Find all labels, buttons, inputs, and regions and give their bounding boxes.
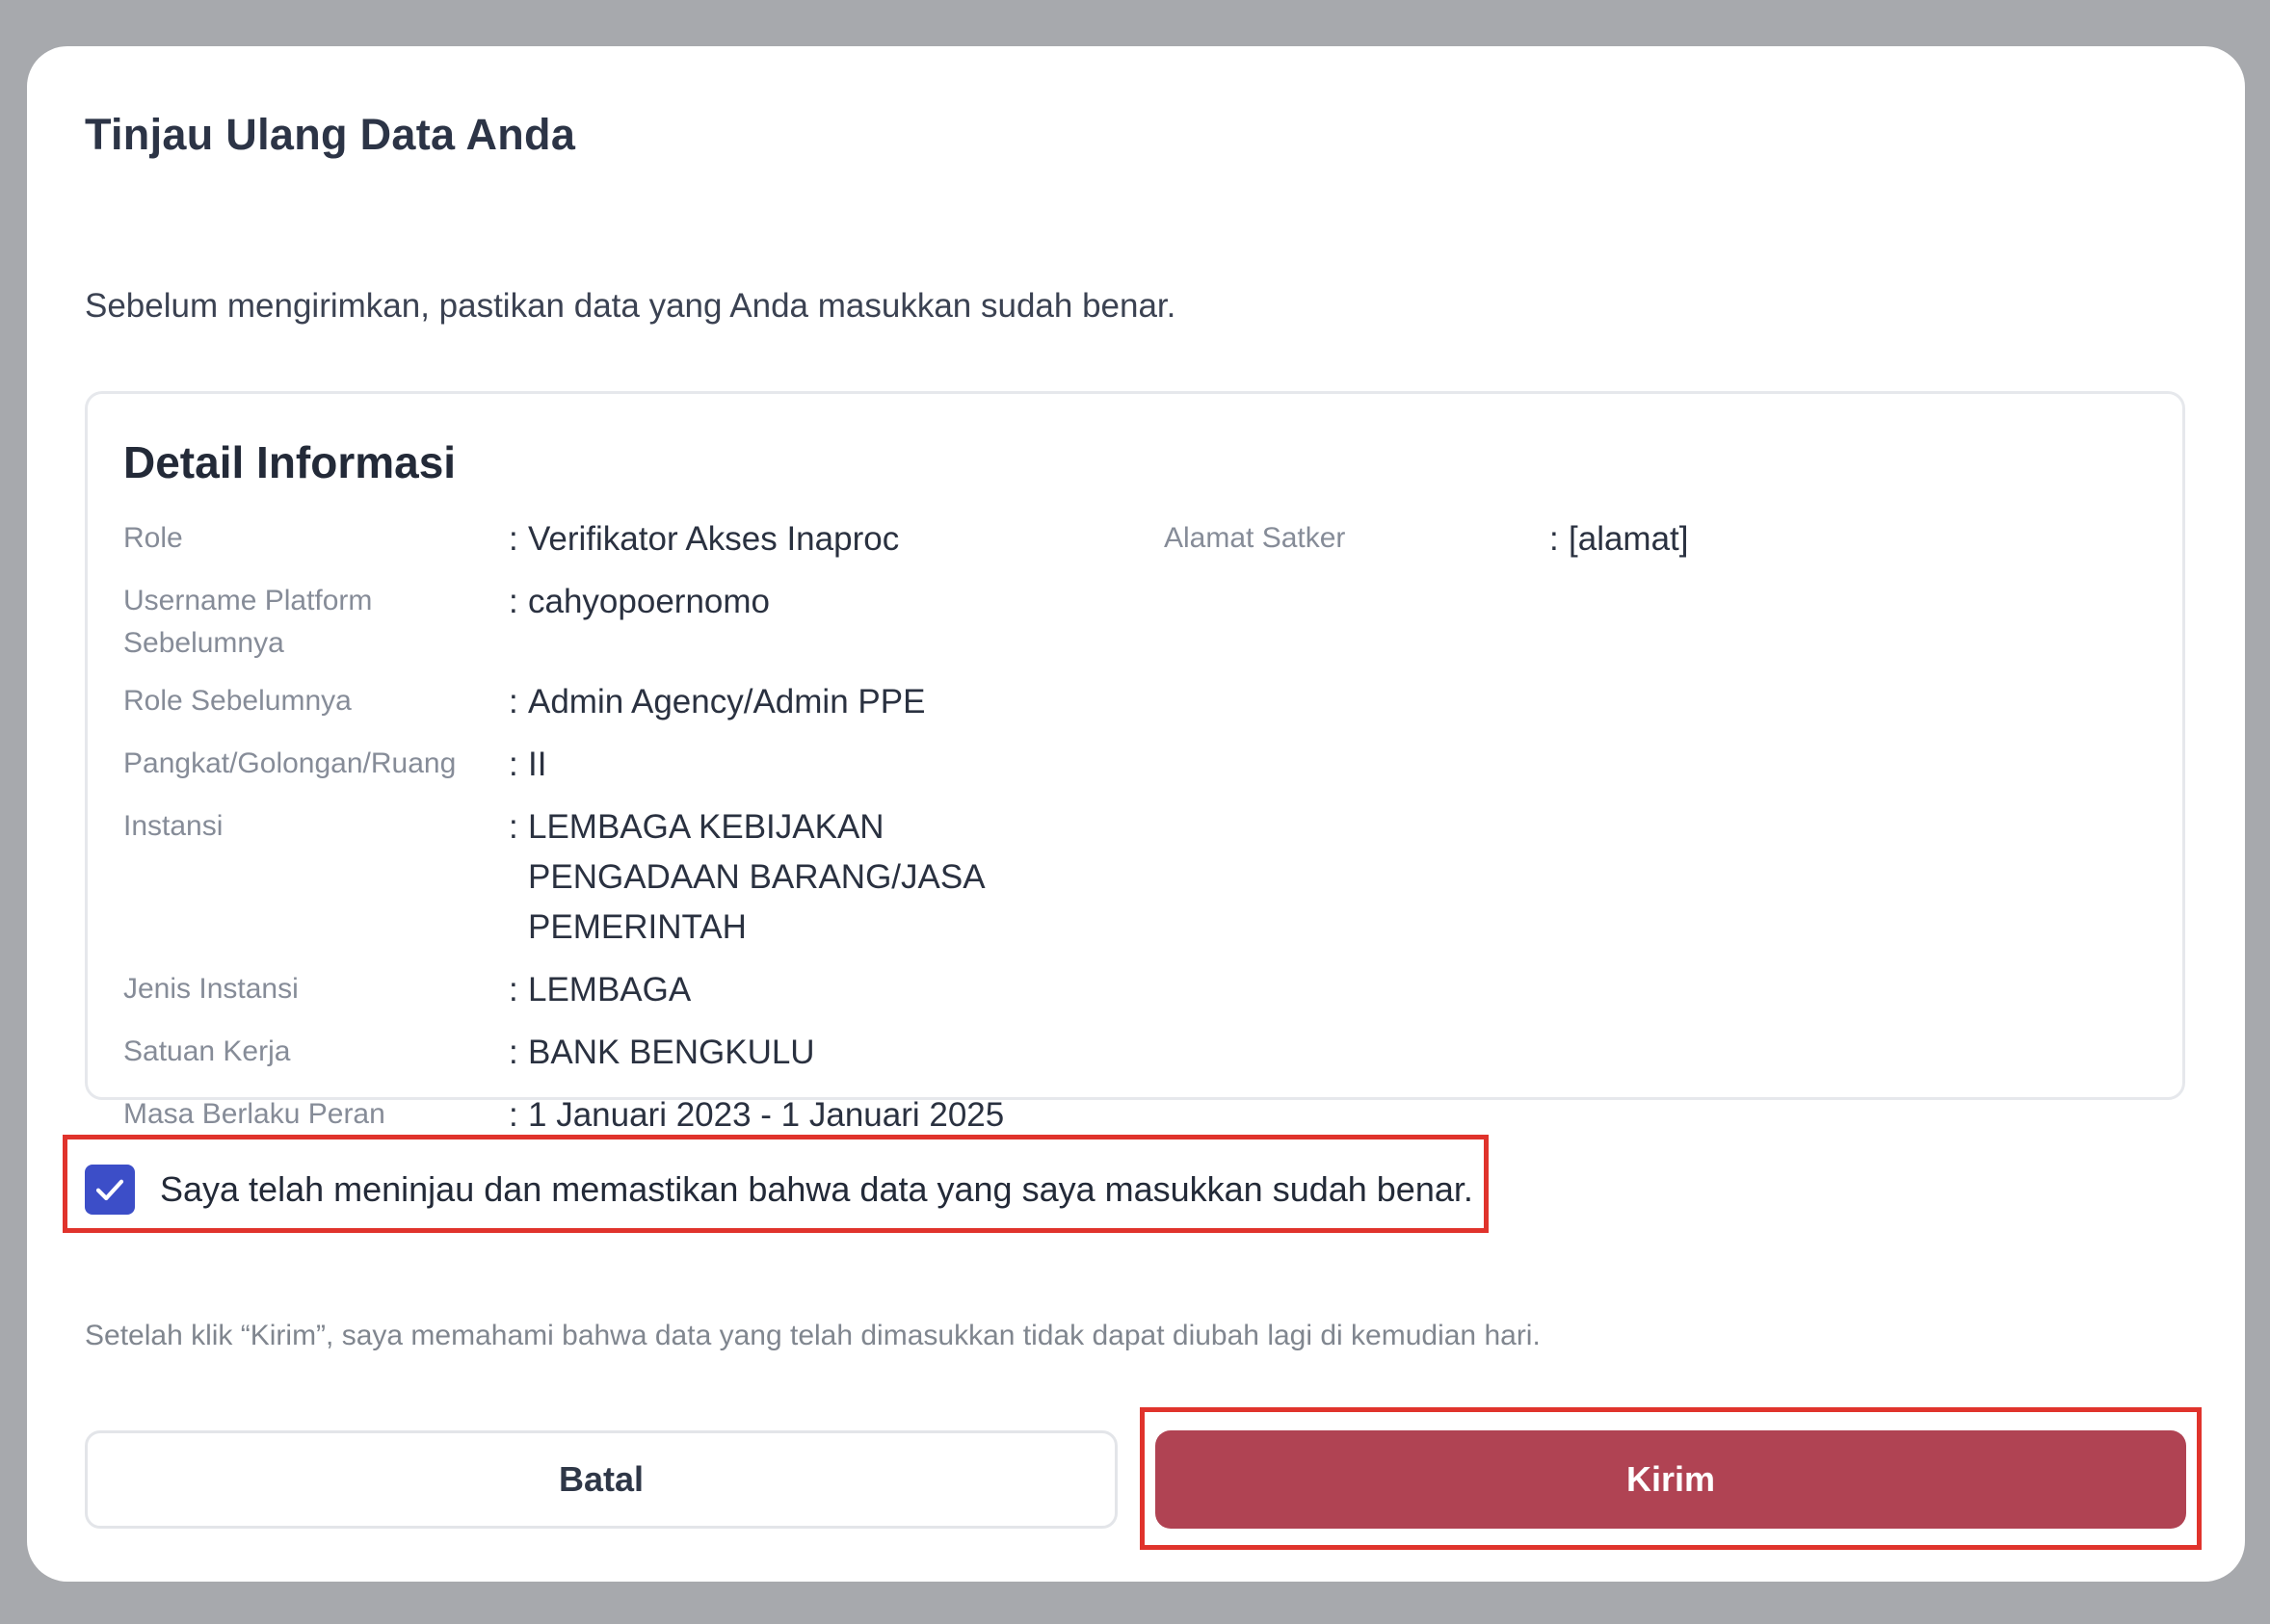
confirm-checkbox-row[interactable]: Saya telah meninjau dan memastikan bahwa…	[85, 1165, 1473, 1215]
separator-colon: :	[509, 583, 518, 620]
detail-value-wrap: : II	[509, 740, 1068, 790]
cancel-button[interactable]: Batal	[85, 1430, 1118, 1529]
modal-subtitle: Sebelum mengirimkan, pastikan data yang …	[85, 287, 1176, 325]
separator-colon: :	[1549, 520, 1559, 558]
separator-colon: :	[509, 971, 518, 1008]
separator-colon: :	[509, 683, 518, 720]
submit-button[interactable]: Kirim	[1155, 1430, 2186, 1529]
detail-value: cahyopoernomo	[528, 583, 770, 620]
detail-value: Admin Agency/Admin PPE	[528, 683, 926, 720]
detail-value: BANK BENGKULU	[528, 1034, 815, 1071]
detail-value: Verifikator Akses Inaproc	[528, 520, 900, 558]
detail-value-wrap: : Verifikator Akses Inaproc	[509, 514, 1068, 564]
detail-value-wrap: : LEMBAGA KEBIJAKAN PENGADAAN BARANG/JAS…	[509, 802, 1068, 953]
detail-row-satuan-kerja: Satuan Kerja : BANK BENGKULU	[123, 1031, 2182, 1078]
detail-value: 1 Januari 2023 - 1 Januari 2025	[528, 1096, 1005, 1134]
detail-value: LEMBAGA KEBIJAKAN PENGADAAN BARANG/JASA …	[528, 808, 984, 946]
separator-colon: :	[509, 808, 518, 846]
detail-label: Instansi	[123, 810, 224, 842]
detail-row-pangkat: Pangkat/Golongan/Ruang : II	[123, 743, 2182, 790]
detail-row-instansi: Instansi : LEMBAGA KEBIJAKAN PENGADAAN B…	[123, 805, 2182, 953]
detail-label: Role	[123, 522, 183, 554]
detail-label: Username Platform Sebelumnya	[123, 585, 373, 659]
detail-value-wrap: : [alamat]	[1549, 514, 1689, 564]
detail-label: Masa Berlaku Peran	[123, 1098, 385, 1130]
detail-grid: Role : Verifikator Akses Inaproc Alamat …	[123, 517, 2182, 1156]
check-icon	[95, 1179, 124, 1201]
detail-label: Satuan Kerja	[123, 1035, 291, 1067]
detail-value-wrap: : 1 Januari 2023 - 1 Januari 2025	[509, 1090, 1068, 1140]
modal-title: Tinjau Ulang Data Anda	[85, 110, 576, 159]
detail-value: LEMBAGA	[528, 971, 692, 1008]
detail-row-role: Role : Verifikator Akses Inaproc Alamat …	[123, 517, 2182, 564]
detail-label-alamat-satker: Alamat Satker	[1164, 522, 1346, 554]
separator-colon: :	[509, 520, 518, 558]
detail-row-jenis-instansi: Jenis Instansi : LEMBAGA	[123, 968, 2182, 1015]
separator-colon: :	[509, 1096, 518, 1134]
separator-colon: :	[509, 746, 518, 783]
detail-value-alamat-satker: [alamat]	[1569, 520, 1689, 558]
detail-label: Role Sebelumnya	[123, 685, 352, 717]
detail-label: Jenis Instansi	[123, 973, 299, 1005]
confirm-label: Saya telah meninjau dan memastikan bahwa…	[160, 1169, 1473, 1209]
detail-row-masa-berlaku: Masa Berlaku Peran : 1 Januari 2023 - 1 …	[123, 1093, 2182, 1140]
detail-value-wrap: : BANK BENGKULU	[509, 1028, 1068, 1078]
confirm-checkbox[interactable]	[85, 1165, 135, 1215]
detail-row-username: Username Platform Sebelumnya : cahyopoer…	[123, 580, 2182, 665]
detail-value-wrap: : cahyopoernomo	[509, 577, 1068, 627]
detail-value-wrap: : Admin Agency/Admin PPE	[509, 677, 1068, 727]
detail-value: II	[528, 746, 547, 783]
review-modal: Tinjau Ulang Data Anda Sebelum mengirimk…	[27, 46, 2245, 1582]
separator-colon: :	[509, 1034, 518, 1071]
detail-row-role-sebelumnya: Role Sebelumnya : Admin Agency/Admin PPE	[123, 680, 2182, 727]
detail-title: Detail Informasi	[123, 437, 457, 487]
detail-card: Detail Informasi Role : Verifikator Akse…	[85, 391, 2185, 1134]
detail-label: Pangkat/Golongan/Ruang	[123, 747, 457, 779]
submit-note: Setelah klik “Kirim”, saya memahami bahw…	[85, 1320, 1541, 1351]
detail-value-wrap: : LEMBAGA	[509, 965, 1068, 1015]
